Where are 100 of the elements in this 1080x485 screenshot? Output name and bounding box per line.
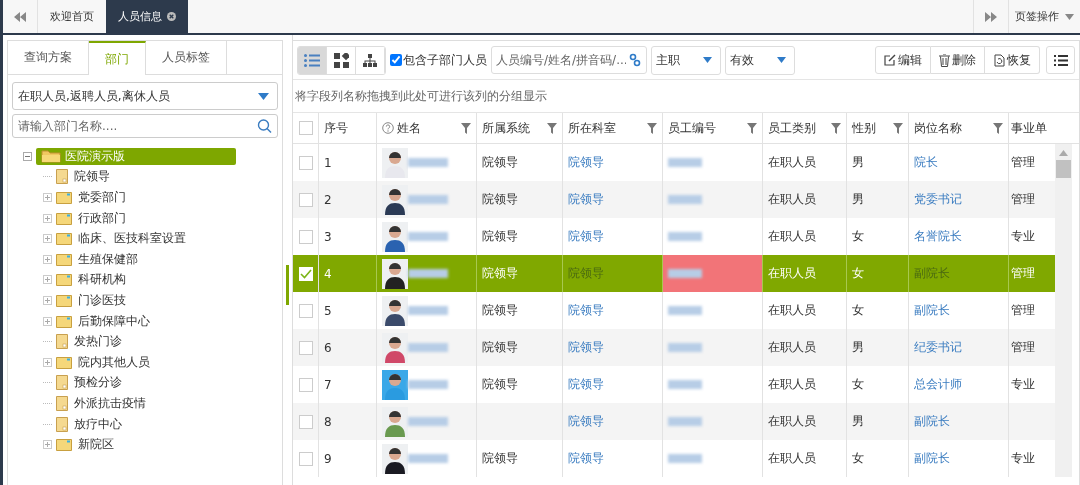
row-checkbox[interactable] bbox=[298, 229, 313, 244]
post-link[interactable]: 副院长 bbox=[914, 450, 950, 467]
expand-icon[interactable] bbox=[43, 440, 52, 450]
tab-actions-menu[interactable]: 页签操作 bbox=[1009, 0, 1080, 33]
blurred-name bbox=[408, 269, 448, 278]
tree-item[interactable]: 后勤保障中心 bbox=[76, 312, 152, 330]
gears-icon[interactable] bbox=[629, 53, 641, 67]
expand-icon[interactable] bbox=[43, 316, 52, 326]
scroll-up-icon[interactable] bbox=[1059, 150, 1068, 156]
post-link[interactable]: 总会计师 bbox=[914, 376, 962, 393]
tree-item[interactable]: 院领导 bbox=[72, 168, 112, 186]
filter-icon[interactable] bbox=[893, 122, 903, 134]
select-all-checkbox[interactable] bbox=[298, 121, 313, 135]
panel-tab[interactable]: 人员标签 bbox=[146, 41, 227, 75]
row-checkbox[interactable] bbox=[298, 414, 313, 429]
scroll-right-button[interactable] bbox=[973, 0, 1009, 33]
department-link[interactable]: 院领导 bbox=[568, 191, 604, 208]
column-header[interactable]: 所属系统 bbox=[477, 113, 563, 143]
table-row[interactable]: 6 院领导 院领导 在职人员 男 纪委书记 管理 bbox=[293, 329, 1055, 366]
dropdown-value: 主职 bbox=[656, 51, 680, 69]
department-link[interactable]: 院领导 bbox=[568, 339, 604, 356]
post-link[interactable]: 名誉院长 bbox=[914, 228, 962, 245]
panel-tab[interactable]: 查询方案 bbox=[8, 41, 89, 75]
include-subdepartments-checkbox[interactable] bbox=[390, 54, 402, 66]
column-header[interactable]: 姓名 bbox=[377, 113, 477, 143]
row-checkbox[interactable] bbox=[298, 377, 313, 392]
menu-label: 页签操作 bbox=[1015, 9, 1059, 24]
filter-icon[interactable] bbox=[831, 122, 841, 134]
scrollbar[interactable] bbox=[1055, 144, 1072, 477]
row-number: 5 bbox=[324, 303, 332, 318]
filter-icon[interactable] bbox=[747, 122, 757, 134]
page-tab[interactable]: 人员信息 bbox=[106, 0, 188, 33]
expand-icon[interactable] bbox=[43, 193, 52, 202]
column-header[interactable]: 所在科室 bbox=[563, 113, 663, 143]
row-checkbox[interactable] bbox=[298, 155, 313, 170]
expand-icon[interactable] bbox=[43, 213, 52, 223]
filter-icon[interactable] bbox=[461, 122, 471, 134]
tree-item[interactable]: 新院区 bbox=[76, 436, 116, 454]
edit-button[interactable]: 编辑 bbox=[875, 46, 931, 74]
person-search-field[interactable]: 人员编号/姓名/拼音码/... bbox=[491, 46, 647, 74]
department-link[interactable]: 院领导 bbox=[568, 154, 604, 171]
expand-icon[interactable] bbox=[43, 234, 52, 244]
post-link[interactable]: 院长 bbox=[914, 154, 938, 171]
table-row[interactable]: 8 院领导 在职人员 男 副院长 bbox=[293, 403, 1055, 440]
post-link[interactable]: 纪委书记 bbox=[914, 339, 962, 356]
help-icon[interactable] bbox=[382, 122, 394, 134]
row-checkbox[interactable] bbox=[298, 303, 313, 318]
department-search-field[interactable]: 请输入部门名称.... bbox=[12, 114, 278, 138]
column-header[interactable]: 员工编号 bbox=[663, 113, 763, 143]
expand-icon[interactable] bbox=[43, 357, 52, 367]
delete-button[interactable]: 删除 bbox=[931, 46, 985, 74]
filter-icon[interactable] bbox=[647, 122, 657, 134]
tree-item[interactable]: 党委部门 bbox=[76, 189, 128, 206]
post-link[interactable]: 党委书记 bbox=[914, 191, 962, 208]
department-link[interactable]: 院领导 bbox=[568, 413, 604, 430]
tree-item[interactable]: 院内其他人员 bbox=[76, 353, 152, 371]
menu-button[interactable] bbox=[1046, 46, 1075, 74]
table-row[interactable]: 2 院领导 院领导 在职人员 男 党委书记 管理 bbox=[293, 181, 1055, 218]
column-header[interactable]: 员工类别 bbox=[763, 113, 847, 143]
position-dropdown[interactable]: 主职 bbox=[651, 45, 721, 75]
table-cell: 管理 bbox=[1011, 339, 1035, 356]
tree-item[interactable]: 门诊医技 bbox=[76, 291, 128, 309]
tree-item[interactable]: 科研机构 bbox=[76, 271, 128, 289]
tree-item[interactable]: 临床、医技科室设置 bbox=[76, 230, 188, 248]
tree-item[interactable]: 放疗中心 bbox=[72, 415, 124, 433]
tree-item[interactable]: 发热门诊 bbox=[72, 333, 124, 351]
column-header[interactable]: 性别 bbox=[847, 113, 909, 143]
row-number: 4 bbox=[324, 266, 332, 281]
department-link[interactable]: 院领导 bbox=[568, 302, 604, 319]
checkbox-label[interactable]: 包含子部门人员 bbox=[403, 51, 487, 69]
post-link[interactable]: 副院长 bbox=[914, 302, 950, 319]
tree-item[interactable]: 行政部门 bbox=[76, 209, 128, 227]
filter-icon[interactable] bbox=[993, 122, 1003, 134]
row-checkbox[interactable] bbox=[298, 451, 313, 466]
tree-item[interactable]: 生殖保健部 bbox=[76, 250, 140, 268]
search-icon[interactable] bbox=[257, 118, 272, 134]
row-checkbox[interactable] bbox=[298, 340, 313, 355]
tree-item[interactable]: 外派抗击疫情 bbox=[72, 394, 148, 412]
collapse-icon[interactable] bbox=[23, 151, 32, 161]
page-tab[interactable]: 欢迎首页 bbox=[38, 0, 106, 33]
department-link[interactable]: 院领导 bbox=[568, 450, 604, 467]
tree-item[interactable]: 预检分诊 bbox=[72, 374, 124, 392]
department-link[interactable]: 院领导 bbox=[568, 376, 604, 393]
post-link[interactable]: 副院长 bbox=[914, 413, 950, 430]
column-header[interactable]: 事业单 bbox=[1009, 113, 1055, 143]
expand-icon[interactable] bbox=[43, 254, 52, 264]
restore-button[interactable]: 恢复 bbox=[985, 46, 1040, 74]
filter-icon[interactable] bbox=[547, 122, 557, 134]
row-checkbox[interactable] bbox=[298, 192, 313, 207]
status-dropdown[interactable]: 在职人员,返聘人员,离休人员 bbox=[12, 82, 278, 110]
close-icon[interactable] bbox=[167, 12, 176, 21]
validity-dropdown[interactable]: 有效 bbox=[725, 45, 795, 75]
department-link[interactable]: 院领导 bbox=[568, 228, 604, 245]
folder-icon bbox=[56, 355, 72, 369]
expand-icon[interactable] bbox=[43, 295, 52, 305]
column-header[interactable]: 序号 bbox=[319, 113, 377, 143]
view-switcher[interactable] bbox=[297, 45, 386, 75]
column-header[interactable]: 岗位名称 bbox=[909, 113, 1009, 143]
expand-icon[interactable] bbox=[43, 275, 52, 285]
scroll-thumb[interactable] bbox=[1056, 160, 1071, 178]
